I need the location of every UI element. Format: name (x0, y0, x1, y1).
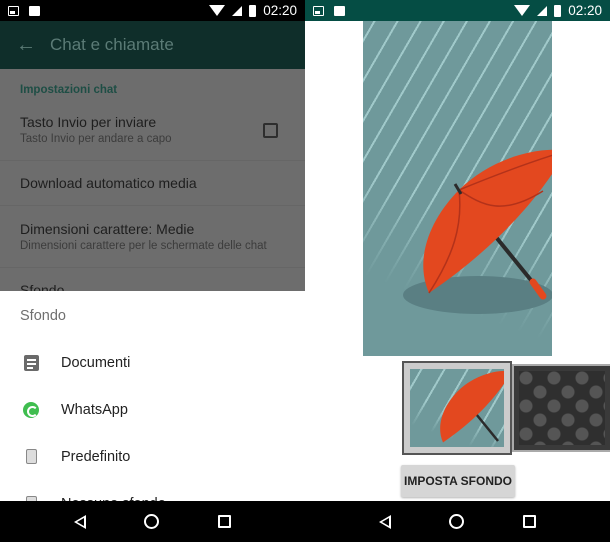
section-header: Impostazioni chat (20, 84, 118, 96)
recents-icon[interactable] (522, 515, 536, 528)
wallpaper-preview (363, 21, 552, 356)
pref-subtitle: Tasto Invio per andare a capo (20, 133, 172, 145)
pref-title: Dimensioni carattere: Medie (20, 221, 195, 237)
status-bar: 02:20 (305, 0, 610, 21)
pref-media-auto-download[interactable]: Download automatico media (0, 161, 305, 206)
back-icon[interactable] (379, 514, 392, 529)
right-screen: 02:20 IMPOSTA SFONDO (305, 0, 610, 542)
app-bar: ← Chat e chiamate (0, 21, 305, 69)
signal-icon (232, 5, 243, 16)
clock: 02:20 (568, 3, 602, 18)
home-icon[interactable] (449, 514, 465, 529)
home-icon[interactable] (144, 514, 160, 529)
recents-icon[interactable] (217, 515, 231, 528)
signal-icon (537, 5, 548, 16)
pref-font-size[interactable]: Dimensioni carattere: Medie Dimensioni c… (0, 206, 305, 268)
sheet-item-whatsapp[interactable]: WhatsApp (0, 386, 305, 433)
arrow-back-icon[interactable]: ← (16, 34, 50, 57)
pref-title: Tasto Invio per inviare (20, 114, 157, 130)
status-bar: 02:20 (0, 0, 305, 21)
clock: 02:20 (263, 3, 297, 18)
wifi-icon (209, 5, 226, 16)
pref-subtitle: Dimensioni carattere per le schermate de… (20, 240, 267, 252)
sheet-item-label: Documenti (61, 354, 131, 371)
sheet-item-label: WhatsApp (61, 401, 128, 418)
image-icon (8, 5, 19, 16)
pref-enter-to-send[interactable]: Tasto Invio per inviare Tasto Invio per … (0, 102, 305, 161)
umbrella-illustration (423, 149, 552, 300)
document-icon (23, 354, 39, 371)
sheet-item-documents[interactable]: Documenti (0, 339, 305, 386)
sheet-item-default[interactable]: Predefinito (0, 433, 305, 480)
thumbnail-umbrella-selected[interactable] (402, 361, 512, 455)
wallpaper-bottom-sheet: Sfondo Documenti WhatsApp Predefinito Ne… (0, 291, 305, 512)
set-wallpaper-button[interactable]: IMPOSTA SFONDO (401, 465, 515, 497)
briefcase-icon (29, 5, 40, 16)
battery-icon (249, 4, 257, 17)
umbrella-thumbnail-illustration (440, 371, 504, 443)
sheet-item-label: Predefinito (61, 448, 131, 465)
battery-icon (554, 4, 562, 17)
wallpaper-thumbnails (402, 361, 610, 455)
briefcase-icon (334, 5, 345, 16)
sheet-title: Sfondo (20, 308, 66, 324)
whatsapp-icon (23, 401, 39, 418)
default-wallpaper-icon (25, 449, 37, 464)
left-screen: 02:20 ← Chat e chiamate Impostazioni cha… (0, 0, 305, 542)
back-icon[interactable] (74, 514, 87, 529)
navigation-bar (0, 501, 305, 542)
page-title: Chat e chiamate (50, 35, 174, 54)
image-icon (313, 5, 324, 16)
enter-to-send-checkbox[interactable] (263, 123, 278, 138)
pref-title: Download automatico media (20, 175, 197, 191)
wifi-icon (514, 5, 531, 16)
thumbnail-damask[interactable] (512, 364, 610, 452)
navigation-bar (305, 501, 610, 542)
settings-list: Impostazioni chat Tasto Invio per inviar… (0, 69, 305, 298)
